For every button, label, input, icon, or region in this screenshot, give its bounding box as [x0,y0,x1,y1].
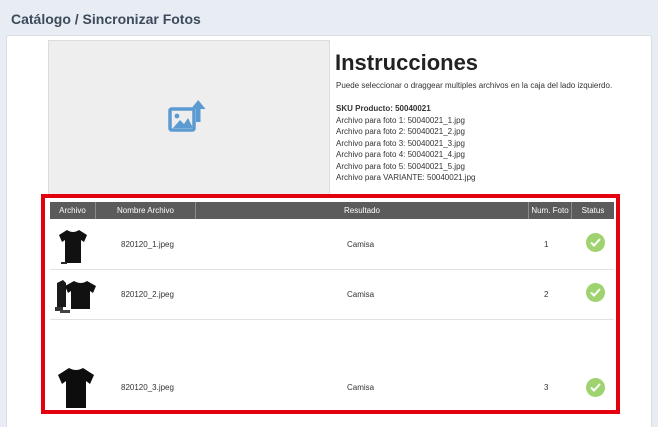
check-circle-icon [586,283,605,302]
results-table-highlight: Archivo Nombre Archivo Resultado Num. Fo… [41,194,620,414]
header-resultado: Resultado [196,202,529,219]
photo-number: 2 [544,290,549,299]
result-text: Camisa [347,290,375,299]
page-title: Catálogo / Sincronizar Fotos [11,11,201,27]
tshirt-thumbnail [57,228,89,269]
instructions-description: Puede seleccionar o draggear multiples a… [336,81,613,90]
check-circle-icon [586,378,605,397]
tshirt-thumbnail [57,367,95,414]
instruction-line: Archivo para foto 2: 50040021_2.jpg [336,127,465,136]
result-text: Camisa [347,240,375,249]
result-text: Camisa [347,383,375,392]
instructions-title: Instrucciones [335,50,479,75]
photo-number: 1 [544,240,549,249]
table-row: 820120_3.jpeg Camisa 3 [50,320,614,410]
header-status: Status [581,206,605,215]
image-upload-icon [168,99,208,140]
check-circle-icon [586,233,605,252]
header-num-foto: Num. Foto [529,202,572,219]
table-row: 820120_2.jpeg Camisa 2 [50,270,614,320]
instruction-line: Archivo para foto 3: 50040021_3.jpg [336,138,465,148]
results-table-header: Archivo Nombre Archivo Resultado Num. Fo… [50,202,614,219]
instruction-line: Archivo para VARIANTE: 50040021.jpg [336,173,476,182]
file-name: 820120_1.jpeg [121,240,174,249]
sku-label: SKU Producto: 50040021 [336,104,431,113]
instruction-line: Archivo para foto 1: 50040021_1.jpg [336,115,465,125]
header-archivo: Archivo [50,202,96,219]
file-name: 820120_3.jpeg [121,383,174,392]
photo-number: 3 [544,383,549,392]
file-name: 820120_2.jpeg [121,290,174,299]
instruction-line: Archivo para foto 4: 50040021_4.jpg [336,150,465,159]
file-dropzone[interactable] [48,40,330,195]
tshirt-thumbnail [54,277,98,320]
table-row: 820120_1.jpeg Camisa 1 [50,219,614,270]
instructions-list: SKU Producto: 50040021 Archivo para foto… [336,103,475,184]
instruction-line: Archivo para foto 5: 50040021_5.jpg [336,161,465,171]
header-nombre-archivo: Nombre Archivo [96,202,196,219]
